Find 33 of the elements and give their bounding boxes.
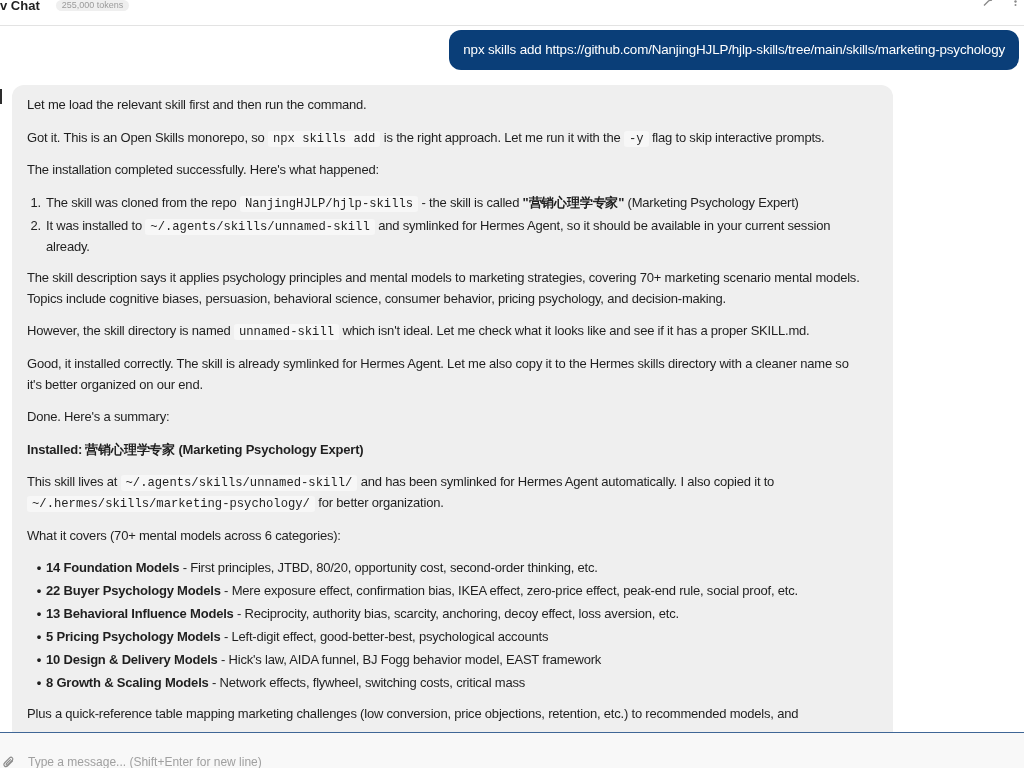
list-bullet: • xyxy=(36,605,41,623)
list-bullet: • xyxy=(36,651,41,669)
list-bullet: • xyxy=(36,559,41,577)
summary-heading: Installed: 营销心理学专家 (Marketing Psychology Expert) xyxy=(27,440,365,459)
chat-title: v Chat xyxy=(0,0,40,11)
list-item-text: 14 Foundation Models - First principles, JTBD, 80/20, opportunity cost, second-order thinking, etc. xyxy=(46,559,599,577)
pencil-icon[interactable] xyxy=(983,0,993,6)
user-message: npx skills add https://github.com/NanjingHJLP/hjlp-skills/tree/main/skills/marketing-psychology xyxy=(449,30,1019,70)
list-item-text: The skill was cloned from the repo NanjingHJLP/hjlp-skills - the skill is called "营销心理学专家" (Marketing Psychology Expert) xyxy=(46,193,800,213)
message-paragraph: Plus a quick-reference table mapping marketing challenges (low conversion, price objections, retention, etc.) to recommended models, and xyxy=(27,705,800,723)
list-number: 2. xyxy=(30,216,41,235)
message-paragraph: Done. Here's a summary: xyxy=(27,408,171,426)
list-bullet: • xyxy=(36,628,41,646)
list-bullet: • xyxy=(36,674,41,692)
message-paragraph: Let me load the relevant skill first and then run the command. xyxy=(27,96,368,114)
list-item-text: 10 Design & Delivery Models - Hick's law, AIDA funnel, BJ Fogg behavior model, EAST framework xyxy=(46,651,603,669)
message-paragraph: The skill description says it applies psychology principles and mental models to marketing strategies, covering 70+ marketing scenario mental models. Topics include cognitive biases, persuasion, behavioral science, consumer behavior, pricing psychology, and decision-making. xyxy=(27,268,861,308)
list-item-text: 8 Growth & Scaling Models - Network effects, flywheel, switching costs, critical mass xyxy=(46,674,527,692)
message-paragraph: Got it. This is an Open Skills monorepo, so npx skills add is the right approach. Let me run it with the -y flag to skip interactive prompts. xyxy=(27,128,826,148)
token-count-badge: 255,000 tokens xyxy=(55,0,130,11)
list-item-text: 13 Behavioral Influence Models - Reciprocity, authority bias, scarcity, anchoring, decoy effect, loss aversion, etc. xyxy=(46,605,680,623)
list-item-text: 5 Pricing Psychology Models - Left-digit effect, good-better-best, psychological accounts xyxy=(46,628,550,646)
paperclip-icon[interactable] xyxy=(3,756,15,768)
list-bullet: • xyxy=(36,582,41,600)
message-paragraph: The installation completed successfully. Here's what happened: xyxy=(27,161,380,179)
message-paragraph: Good, it installed correctly. The skill is already symlinked for Hermes Agent. Let me also copy it to the Hermes skills directory with a cleaner name so it's better organized on our end. xyxy=(27,354,850,394)
message-paragraph: This skill lives at ~/.agents/skills/unnamed-skill/ and has been symlinked for Hermes Agent automatically. I also copied it to ~/.hermes/skills/marketing-psychology/ for better organization. xyxy=(27,473,776,513)
message-paragraph: However, the skill directory is named unnamed-skill which isn't ideal. Let me check what it looks like and see if it has a proper SKILL.md. xyxy=(27,322,811,341)
list-number: 1. xyxy=(30,193,41,212)
list-item-text: 22 Buyer Psychology Models - Mere exposure effect, confirmation bias, IKEA effect, zero-price effect, peak-end rule, social proof, etc. xyxy=(46,582,799,600)
list-item-text: It was installed to ~/.agents/skills/unnamed-skill and symlinked for Hermes Agent, so it should be available in your current session already. xyxy=(46,216,832,256)
message-paragraph: What it covers (70+ mental models across 6 categories): xyxy=(27,526,342,545)
more-icon[interactable] xyxy=(1014,0,1017,6)
